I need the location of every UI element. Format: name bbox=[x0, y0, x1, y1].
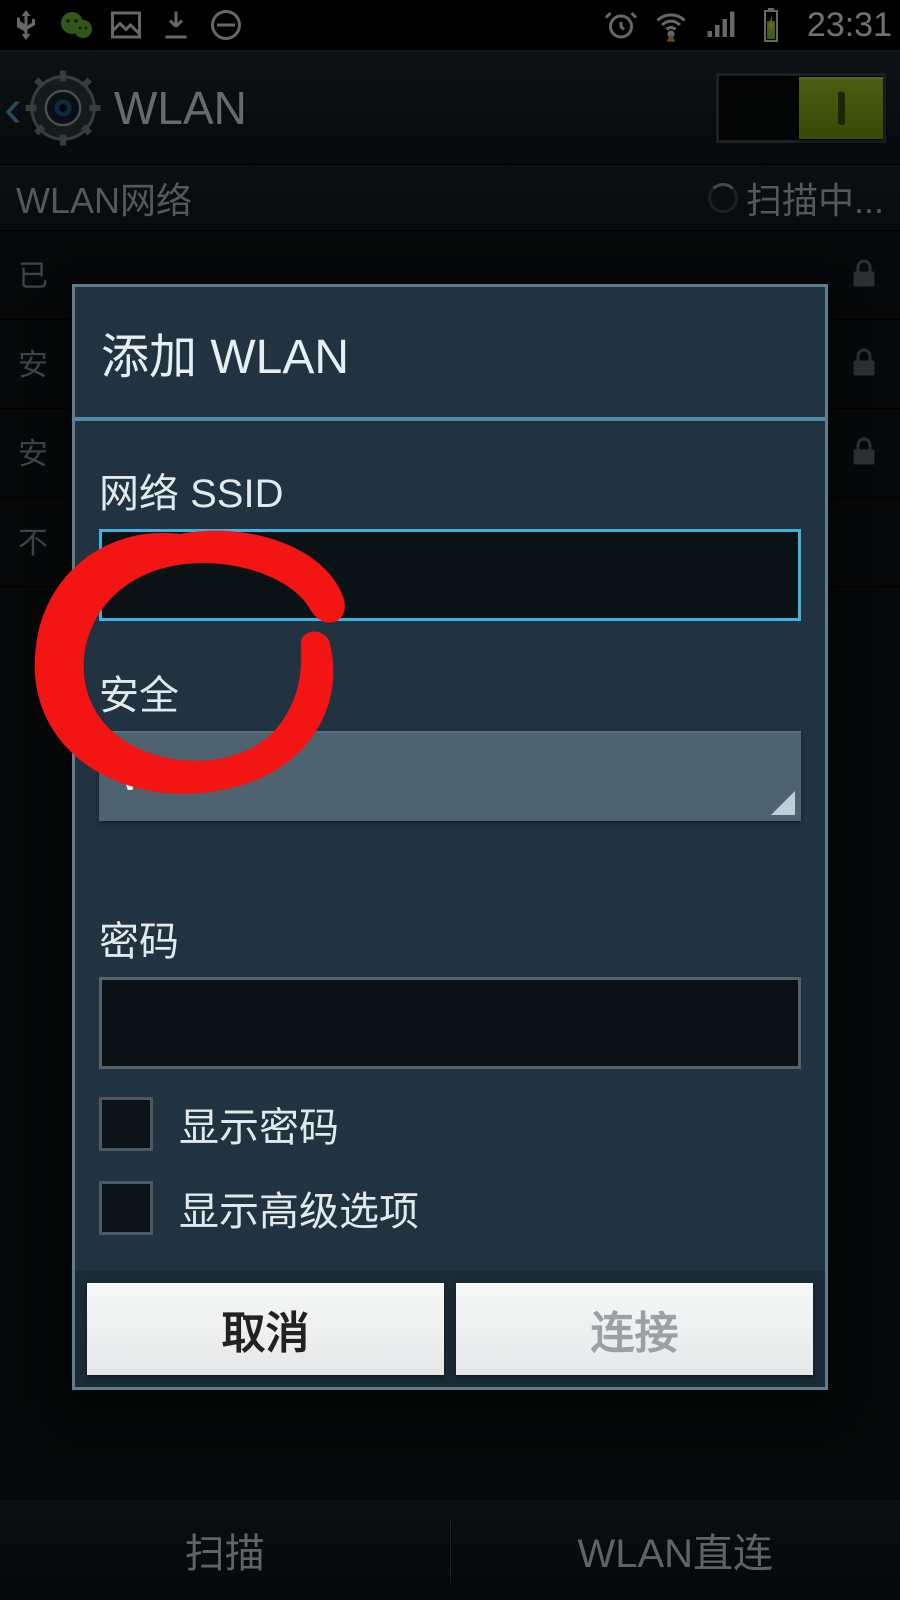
dialog-title: 添加 WLAN bbox=[75, 287, 825, 417]
security-label: 安全 bbox=[99, 663, 801, 721]
connect-button[interactable]: 连接 bbox=[456, 1283, 813, 1375]
password-input[interactable] bbox=[99, 977, 801, 1069]
add-wlan-dialog: 添加 WLAN 网络 SSID 安全 WEP 密码 显示密码 显示高级选项 bbox=[72, 284, 828, 1390]
cancel-button[interactable]: 取消 bbox=[87, 1283, 444, 1375]
show-password-label: 显示密码 bbox=[179, 1095, 339, 1153]
security-value: WEP bbox=[119, 752, 215, 800]
show-advanced-label: 显示高级选项 bbox=[179, 1179, 419, 1237]
show-password-checkbox[interactable] bbox=[99, 1097, 153, 1151]
ssid-label: 网络 SSID bbox=[99, 461, 801, 519]
ssid-input[interactable] bbox=[99, 529, 801, 621]
security-select[interactable]: WEP bbox=[99, 731, 801, 821]
dropdown-icon bbox=[771, 791, 795, 815]
show-advanced-checkbox[interactable] bbox=[99, 1181, 153, 1235]
password-label: 密码 bbox=[99, 909, 801, 967]
